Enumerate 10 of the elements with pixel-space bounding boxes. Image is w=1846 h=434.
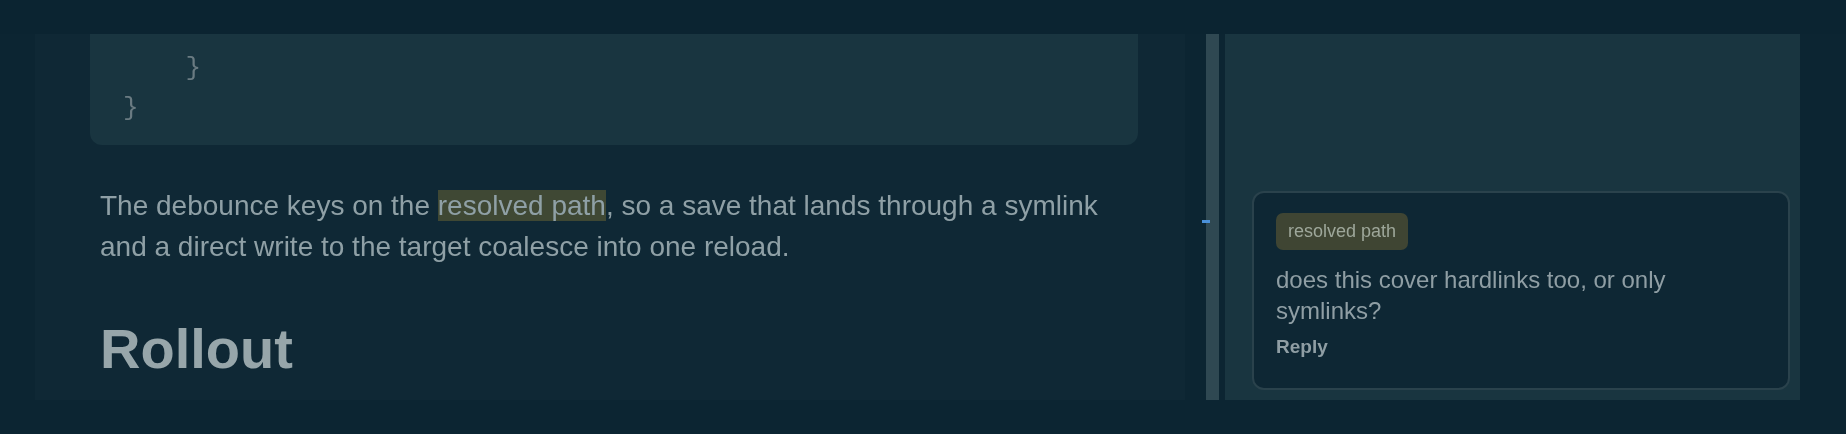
scrollbar-track[interactable] (1206, 34, 1219, 400)
section-heading: Rollout (100, 319, 294, 379)
quoted-text-tag: resolved path (1276, 213, 1409, 250)
text-highlight: resolved path (437, 190, 606, 221)
code-line: } (123, 92, 140, 125)
reply-button[interactable]: Reply (1276, 336, 1328, 358)
code-line: } (184, 52, 202, 85)
comment-text: does this cover hardlinks too, or only symlinks? (1276, 265, 1667, 326)
paragraph: The debounce keys on the resolved path, so a save that lands through a symlink and a direct write to the target coalesce into one reload. (100, 189, 1099, 264)
comment-marker-icon (1202, 220, 1210, 223)
